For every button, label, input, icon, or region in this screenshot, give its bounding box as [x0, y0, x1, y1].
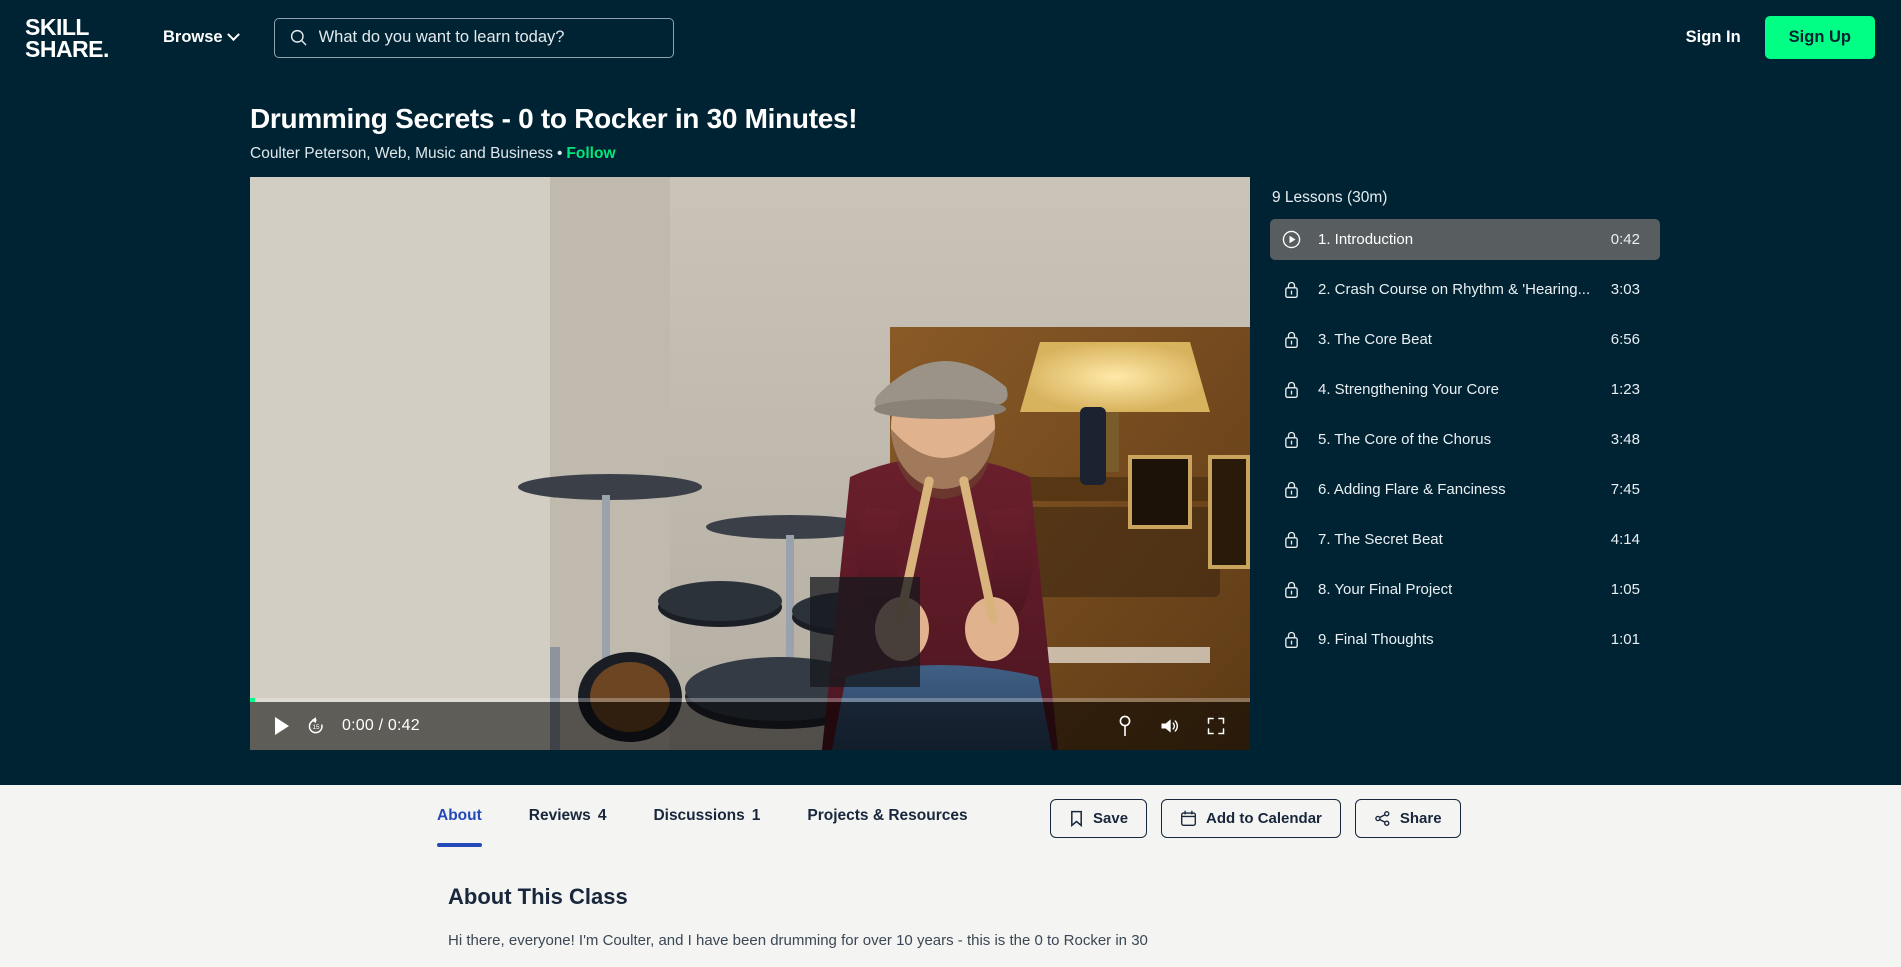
lesson-title: 4. Strengthening Your Core	[1318, 381, 1499, 398]
lock-icon	[1280, 530, 1302, 549]
calendar-icon	[1181, 810, 1197, 826]
lesson-title: 6. Adding Flare & Fanciness	[1318, 481, 1506, 498]
tab-reviews[interactable]: Reviews 4	[529, 807, 607, 847]
lesson-row[interactable]: 2. Crash Course on Rhythm & 'Hearing... …	[1270, 269, 1660, 310]
lock-icon	[1280, 630, 1302, 649]
lesson-title: 9. Final Thoughts	[1318, 631, 1434, 648]
lesson-duration: 7:45	[1610, 481, 1640, 498]
lesson-title: 5. The Core of the Chorus	[1318, 431, 1492, 448]
rewind-15-icon[interactable]: 15	[306, 716, 326, 736]
lesson-duration: 6:56	[1610, 331, 1640, 348]
share-icon	[1375, 811, 1390, 826]
tab-label: Projects & Resources	[807, 807, 968, 824]
lesson-title: 2. Crash Course on Rhythm & 'Hearing...	[1318, 281, 1591, 298]
lock-icon	[1280, 380, 1302, 399]
chevron-down-icon	[226, 28, 240, 42]
lesson-title: 8. Your Final Project	[1318, 581, 1453, 598]
byline-separator: •	[556, 145, 563, 162]
class-byline: Coulter Peterson, Web, Music and Busines…	[250, 145, 1901, 163]
class-action-buttons: Save Add to Calendar Share	[1050, 799, 1901, 838]
lock-icon	[1280, 580, 1302, 599]
lesson-duration: 3:48	[1610, 431, 1640, 448]
lesson-row[interactable]: 5. The Core of the Chorus 3:48	[1270, 419, 1660, 460]
player-right-controls	[1118, 715, 1226, 737]
svg-text:15: 15	[313, 724, 320, 731]
lesson-row[interactable]: 9. Final Thoughts 1:01	[1270, 619, 1660, 660]
lesson-title: 7. The Secret Beat	[1318, 531, 1443, 548]
share-button[interactable]: Share	[1354, 799, 1461, 838]
lessons-list: 1. Introduction 0:42 2. Crash Course on …	[1270, 219, 1660, 660]
browse-menu[interactable]: Browse	[163, 28, 240, 47]
tab-label: About	[437, 807, 482, 824]
browse-label: Browse	[163, 28, 223, 46]
tab-count: 4	[597, 807, 607, 824]
lessons-panel: 9 Lessons (30m) 1. Introduction 0:42 2. …	[1270, 177, 1660, 750]
lesson-duration: 3:03	[1610, 281, 1640, 298]
play-icon[interactable]	[274, 717, 290, 735]
page-title: Drumming Secrets - 0 to Rocker in 30 Min…	[250, 103, 858, 134]
detail-tabs: About Reviews 4 Discussions 1 Projects & R…	[0, 785, 1901, 847]
lock-icon	[1280, 330, 1302, 349]
lock-icon	[1280, 480, 1302, 499]
lesson-title: 1. Introduction	[1318, 231, 1414, 248]
follow-link[interactable]: Follow	[566, 145, 615, 162]
fullscreen-icon[interactable]	[1206, 716, 1226, 736]
share-label: Share	[1399, 810, 1442, 827]
tab-discussions[interactable]: Discussions 1	[653, 807, 760, 847]
skillshare-logo[interactable]: SKILL SHARE.	[25, 15, 121, 62]
search-icon	[290, 29, 306, 46]
lesson-duration: 1:01	[1610, 631, 1640, 648]
lesson-row[interactable]: 3. The Core Beat 6:56	[1270, 319, 1660, 360]
sign-in-link[interactable]: Sign In	[1686, 28, 1741, 47]
lessons-count-label: 9 Lessons (30m)	[1272, 189, 1388, 206]
video-player[interactable]: 15 0:00 / 0:42	[250, 177, 1250, 750]
lesson-duration: 1:05	[1610, 581, 1640, 598]
class-heading: Drumming Secrets - 0 to Rocker in 30 Min…	[0, 75, 1901, 163]
player-time-display: 0:00 / 0:42	[342, 717, 420, 734]
sign-up-button[interactable]: Sign Up	[1764, 16, 1875, 59]
add-to-calendar-button[interactable]: Add to Calendar	[1161, 799, 1341, 838]
about-section: About This Class Hi there, everyone! I'm…	[0, 847, 1901, 953]
about-heading: About This Class	[448, 884, 628, 909]
logo-line-2: SHARE.	[25, 35, 109, 62]
tab-projects-resources[interactable]: Projects & Resources	[807, 807, 967, 847]
about-paragraph: Hi there, everyone! I'm Coulter, and I h…	[448, 932, 1148, 949]
progress-bar[interactable]	[250, 698, 1250, 702]
tab-count: 1	[751, 807, 761, 824]
lock-icon	[1280, 280, 1302, 299]
lesson-title: 3. The Core Beat	[1318, 331, 1432, 348]
class-page: SKILL SHARE. Browse Sign In Sign Up Drum…	[0, 0, 1901, 967]
tab-label: Reviews	[528, 807, 591, 824]
lesson-row[interactable]: 4. Strengthening Your Core 1:23	[1270, 369, 1660, 410]
bookmark-icon	[1071, 810, 1082, 827]
pin-marker-icon[interactable]	[1118, 715, 1132, 737]
header-right-actions: Sign In Sign Up	[1686, 16, 1875, 59]
lesson-row[interactable]: 8. Your Final Project 1:05	[1270, 569, 1660, 610]
lesson-row[interactable]: 6. Adding Flare & Fanciness 7:45	[1270, 469, 1660, 510]
search-input[interactable]	[318, 28, 659, 47]
tab-about[interactable]: About	[437, 807, 482, 847]
lesson-row[interactable]: 1. Introduction 0:42	[1270, 219, 1660, 260]
lesson-duration: 0:42	[1610, 231, 1640, 248]
lesson-duration: 1:23	[1610, 381, 1640, 398]
lesson-duration: 4:14	[1610, 531, 1640, 548]
save-label: Save	[1093, 810, 1129, 827]
lock-icon	[1280, 430, 1302, 449]
volume-icon[interactable]	[1158, 716, 1180, 736]
add-to-calendar-label: Add to Calendar	[1206, 810, 1322, 827]
class-details-section: About Reviews 4 Discussions 1 Projects & R…	[0, 785, 1901, 967]
search-box[interactable]	[273, 17, 674, 58]
video-frame-image	[250, 177, 1250, 750]
play-circle-icon	[1280, 230, 1302, 249]
player-controls: 15 0:00 / 0:42	[250, 698, 1250, 750]
tab-label: Discussions	[653, 807, 745, 824]
teacher-name[interactable]: Coulter Peterson, Web, Music and Busines…	[250, 145, 553, 162]
progress-fill	[250, 698, 255, 702]
lesson-row[interactable]: 7. The Secret Beat 4:14	[1270, 519, 1660, 560]
site-header: SKILL SHARE. Browse Sign In Sign Up	[0, 0, 1901, 75]
save-button[interactable]: Save	[1050, 799, 1148, 838]
class-stage: 15 0:00 / 0:42 9 Lessons (30m) 1. Introd…	[0, 163, 1901, 750]
